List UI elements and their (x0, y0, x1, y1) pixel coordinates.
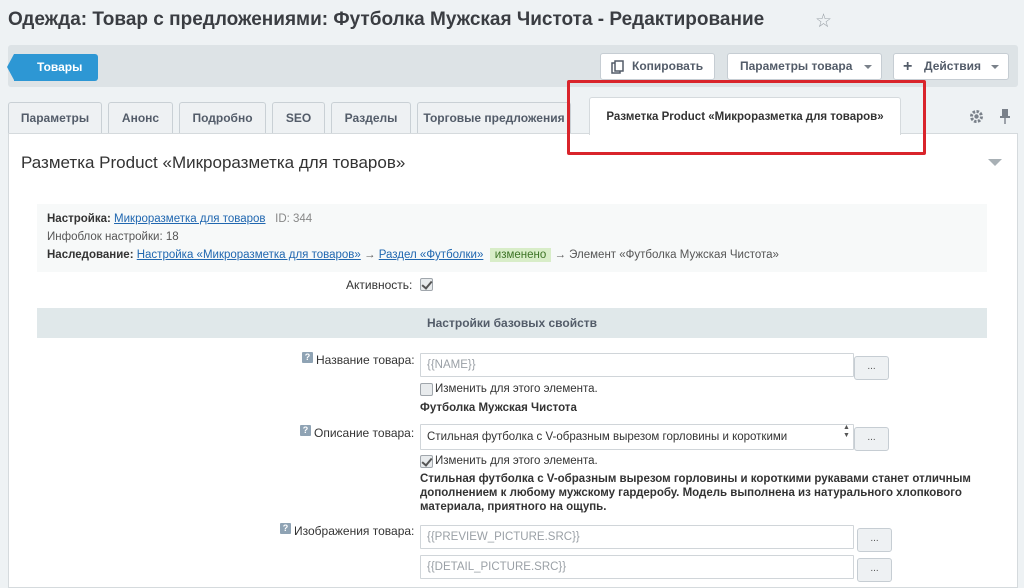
inherit-link-section[interactable]: Раздел «Футболки» (379, 249, 484, 261)
name-input[interactable]: {{NAME}} (420, 353, 854, 377)
star-icon[interactable]: ☆ (815, 10, 832, 33)
back-to-products-button[interactable]: Товары (7, 54, 98, 81)
scroll-arrows-icon[interactable]: ▲ ▼ (843, 424, 850, 440)
copy-icon (611, 60, 624, 74)
name-label: Название товара: (316, 353, 415, 367)
copy-button[interactable]: Копировать (600, 53, 715, 80)
description-change-label: Изменить для этого элемента. (435, 455, 598, 467)
tab-announce[interactable]: Анонс (108, 102, 173, 133)
images-label: Изображения товара: (294, 524, 415, 538)
activity-label: Активность: (346, 278, 413, 292)
tab-details[interactable]: Подробно (179, 102, 266, 133)
images-input-preview[interactable]: {{PREVIEW_PICTURE.SRC}} (420, 525, 854, 549)
description-result: Стильная футболка с V-образным вырезом г… (420, 473, 971, 513)
highlight-box (567, 80, 926, 155)
description-change-checkbox[interactable] (420, 455, 433, 468)
tab-parameters[interactable]: Параметры (8, 102, 102, 133)
section-title: Разметка Product «Микроразметка для това… (21, 153, 406, 172)
tab-trade-offers[interactable]: Торговые предложения (417, 102, 571, 133)
chevron-down-icon (864, 65, 872, 69)
actions-label: Действия (924, 59, 982, 73)
name-change-label: Изменить для этого элемента. (435, 383, 598, 395)
settings-id: ID: 344 (275, 213, 313, 225)
inherit-label: Наследование: (47, 249, 134, 261)
gear-icon[interactable] (969, 109, 984, 124)
inherit-arrow: → (364, 249, 376, 261)
chevron-down-icon (991, 65, 999, 69)
description-textarea[interactable]: Стильная футболка с V-образным вырезом г… (420, 424, 854, 450)
changed-badge: изменено (489, 248, 552, 262)
settings-link[interactable]: Микроразметка для товаров (114, 213, 265, 225)
plus-icon: + (903, 58, 913, 75)
name-change-checkbox[interactable] (420, 383, 433, 396)
inherit-link-settings[interactable]: Настройка «Микроразметка для товаров» (137, 249, 361, 261)
collapse-icon[interactable] (988, 159, 1002, 166)
images-dots-button-1[interactable]: ... (857, 528, 892, 552)
pin-icon[interactable] (999, 108, 1011, 124)
name-dots-button[interactable]: ... (854, 356, 889, 380)
help-icon[interactable]: ? (300, 425, 311, 436)
activity-checkbox[interactable] (420, 278, 433, 291)
inherit-tail: → Элемент «Футболка Мужская Чистота» (554, 249, 779, 261)
description-label: Описание товара: (314, 426, 415, 440)
tab-sections[interactable]: Разделы (331, 102, 411, 133)
description-dots-button[interactable]: ... (854, 427, 889, 451)
tab-seo[interactable]: SEO (272, 102, 325, 133)
product-params-button[interactable]: Параметры товара (727, 53, 882, 80)
product-params-label: Параметры товара (740, 59, 853, 73)
group-header: Настройки базовых свойств (37, 308, 987, 338)
iblock-line: Инфоблок настройки: 18 (47, 231, 179, 243)
settings-line: Настройка: Микроразметка для товаров ID:… (47, 213, 312, 225)
images-input-detail[interactable]: {{DETAIL_PICTURE.SRC}} (420, 555, 854, 579)
page-title: Одежда: Товар с предложениями: Футболка … (8, 9, 765, 30)
inherit-line: Наследование: Настройка «Микроразметка д… (47, 248, 779, 262)
settings-label: Настройка: (47, 213, 111, 225)
actions-button[interactable]: + Действия (893, 53, 1009, 80)
images-dots-button-2[interactable]: ... (857, 558, 892, 582)
copy-label: Копировать (632, 59, 704, 73)
name-result: Футболка Мужская Чистота (420, 402, 577, 414)
help-icon[interactable]: ? (280, 523, 291, 534)
help-icon[interactable]: ? (302, 352, 313, 363)
